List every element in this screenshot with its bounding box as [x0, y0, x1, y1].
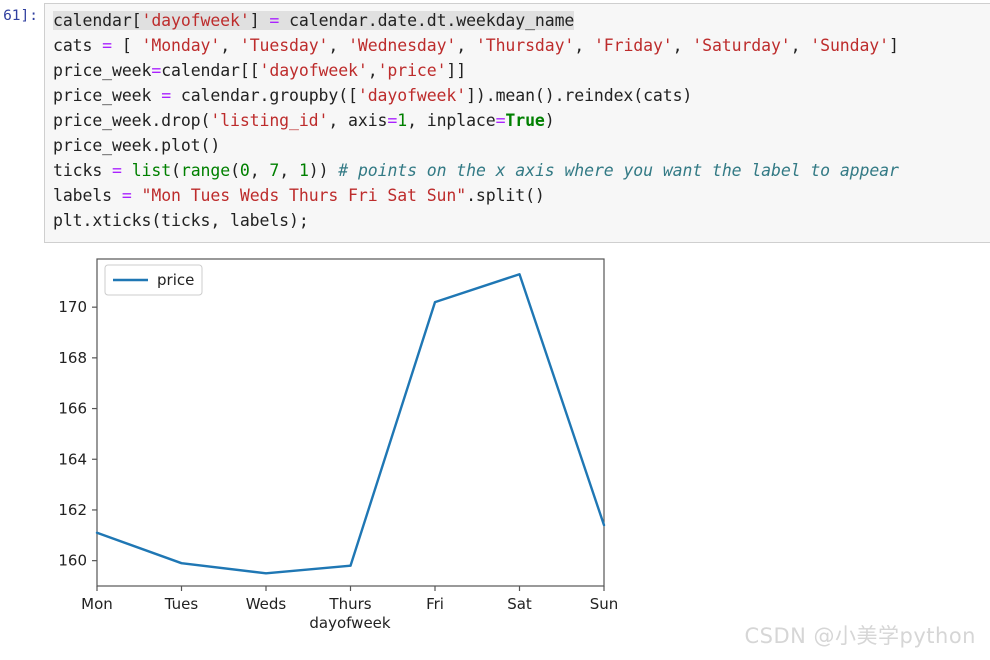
code-token: 'dayofweek': [357, 86, 467, 105]
y-tick-label-164: 164: [58, 450, 87, 468]
code-line-5: price_week.drop('listing_id', axis=1, in…: [53, 108, 990, 133]
code-token: ,: [574, 36, 594, 55]
x-tick-label-Fri: Fri: [426, 595, 444, 613]
price-line-chart: 160 162 164 166 168 170 Mon Tues Weds Thurs Fri Sa…: [58, 258, 618, 632]
code-token: ]: [888, 36, 899, 55]
x-axis: Mon Tues Weds Thurs Fri Sat Sun: [81, 586, 618, 613]
code-token: 'Friday': [593, 36, 673, 55]
cell-prompt-label: 61]:: [3, 8, 38, 24]
code-token: 'Wednesday': [348, 36, 457, 55]
code-token: =: [102, 36, 113, 55]
code-token: =: [121, 186, 132, 205]
code-token: cats: [53, 36, 103, 55]
code-token: labels: [53, 186, 122, 205]
code-token: ): [544, 111, 555, 130]
code-token: =: [151, 61, 162, 80]
y-tick-label-160: 160: [58, 552, 87, 570]
code-token: ]]: [446, 61, 467, 80]
code-token: =: [495, 111, 506, 130]
code-editor[interactable]: calendar['dayofweek'] = calendar.date.dt…: [44, 3, 990, 243]
code-token: calendar: [53, 11, 132, 30]
code-token: , axis: [328, 111, 388, 130]
code-token: price_week.plot(): [53, 136, 221, 155]
code-token: ,: [279, 161, 299, 180]
code-token: calendar[[: [161, 61, 260, 80]
code-token: ,: [790, 36, 811, 55]
x-tick-label-Mon: Mon: [81, 595, 113, 613]
code-token: price_week: [53, 86, 162, 105]
code-token: 'price': [377, 61, 447, 80]
code-token: price_week: [53, 61, 152, 80]
code-token: plt.xticks(ticks, labels);: [53, 211, 309, 230]
code-token: True: [505, 111, 545, 130]
code-token: 7: [269, 161, 280, 180]
code-token: ]).mean().reindex(cats): [466, 86, 693, 105]
code-token: ,: [367, 61, 378, 80]
code-token: =: [112, 161, 122, 180]
code-token: (: [171, 161, 181, 180]
x-tick-label-Weds: Weds: [246, 595, 287, 613]
code-token: 'Thursday': [475, 36, 575, 55]
y-tick-label-162: 162: [58, 501, 87, 519]
x-tick-label-Thurs: Thurs: [328, 595, 371, 613]
code-line-9: plt.xticks(ticks, labels);: [53, 208, 990, 233]
code-token: calendar.groupby([: [171, 86, 358, 105]
code-token: 'listing_id': [210, 111, 329, 130]
x-tick-label-Sun: Sun: [590, 595, 619, 613]
y-axis: 160 162 164 166 168 170: [58, 298, 97, 570]
code-token: 1: [298, 161, 309, 180]
code-token: .split(): [466, 186, 545, 205]
chart-legend[interactable]: price: [104, 264, 203, 296]
code-token: =: [259, 11, 290, 30]
code-token: list: [131, 161, 172, 180]
code-token: price_week.drop(: [53, 111, 211, 130]
code-token: calendar.date.dt.weekday_name: [289, 11, 575, 30]
code-token: , inplace: [407, 111, 496, 130]
csdn-watermark: CSDN @小美学python: [744, 624, 976, 648]
code-token: ]: [249, 11, 260, 30]
code-token: [: [112, 36, 142, 55]
code-token: ,: [456, 36, 476, 55]
chart-output: 160 162 164 166 168 170 Mon Tues Weds Thurs Fri Sa…: [0, 248, 700, 648]
code-token: =: [161, 86, 172, 105]
code-token: 'dayofweek': [259, 61, 368, 80]
code-line-6: price_week.plot(): [53, 133, 990, 158]
code-token: 'Sunday': [810, 36, 889, 55]
code-line-4: price_week = calendar.groupby(['dayofwee…: [53, 83, 990, 108]
code-token: "Mon Tues Weds Thurs Fri Sat Sun": [141, 186, 467, 205]
code-token: ticks: [53, 161, 113, 180]
code-token: ,: [672, 36, 693, 55]
code-token: range: [180, 161, 231, 180]
y-tick-label-170: 170: [58, 298, 87, 316]
code-line-7: ticks = list(range(0, 7, 1)) # points on…: [53, 158, 990, 183]
code-line-3: price_week=calendar[['dayofweek','price'…: [53, 58, 990, 83]
code-token: 'dayofweek': [141, 11, 250, 30]
notebook-input-cell: 61]: calendar['dayofweek'] = calendar.da…: [0, 0, 990, 245]
code-token: 'Saturday': [692, 36, 791, 55]
legend-label-price: price: [157, 271, 194, 289]
code-token: =: [387, 111, 398, 130]
code-line-1: calendar['dayofweek'] = calendar.date.dt…: [53, 8, 990, 33]
code-comment: # points on the x axis where you want th…: [338, 161, 899, 180]
code-token: 'Monday': [141, 36, 221, 55]
x-tick-label-Tues: Tues: [164, 595, 199, 613]
x-axis-label: dayofweek: [309, 614, 391, 632]
plot-frame: [96, 258, 605, 587]
code-token: ,: [249, 161, 270, 180]
code-token: 'Tuesday': [239, 36, 329, 55]
code-token: )): [308, 161, 339, 180]
code-token: ,: [328, 36, 349, 55]
code-token: 0: [239, 161, 250, 180]
y-tick-label-166: 166: [58, 400, 87, 418]
y-tick-label-168: 168: [58, 349, 87, 367]
code-token: (: [230, 161, 240, 180]
code-line-2: cats = [ 'Monday', 'Tuesday', 'Wednesday…: [53, 33, 990, 58]
code-token: [: [131, 11, 142, 30]
code-line-8: labels = "Mon Tues Weds Thurs Fri Sat Su…: [53, 183, 990, 208]
x-tick-label-Sat: Sat: [507, 595, 532, 613]
code-token: ,: [220, 36, 240, 55]
code-token: 1: [397, 111, 408, 130]
